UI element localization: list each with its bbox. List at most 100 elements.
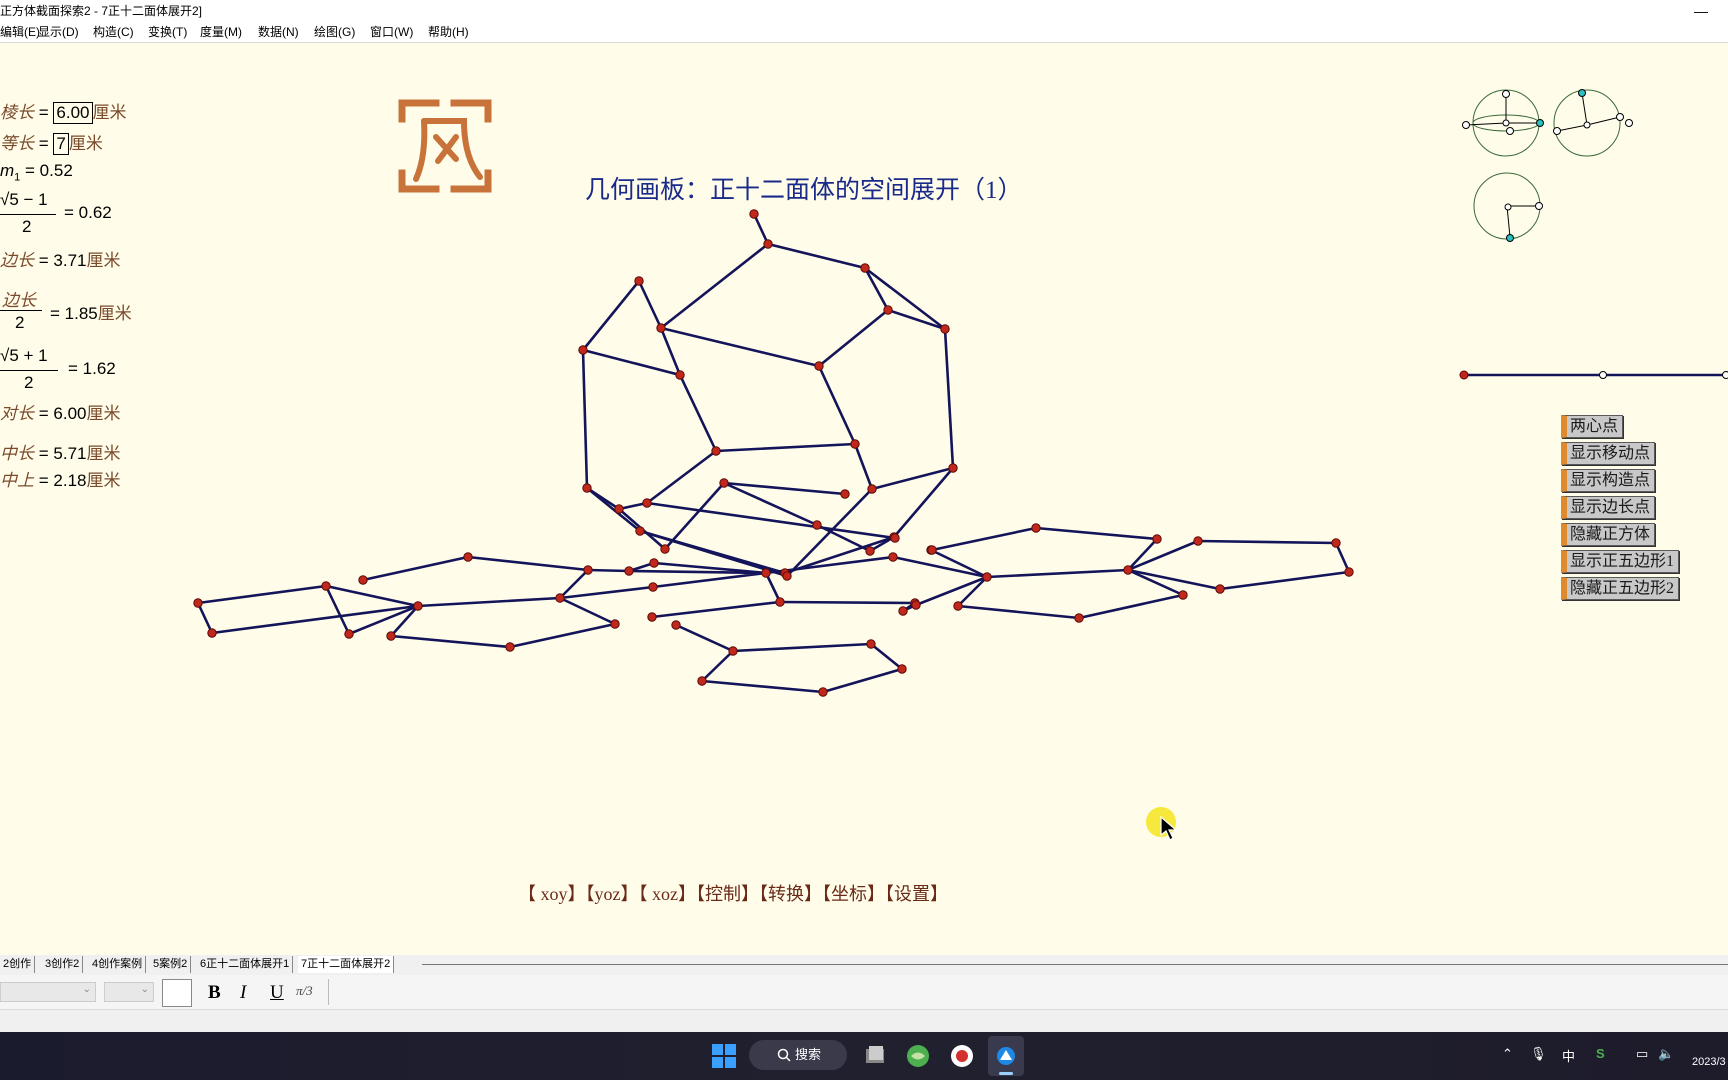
menu-help[interactable]: 帮助(H) [428, 22, 469, 42]
vertex-point[interactable] [634, 276, 644, 286]
vertex-point[interactable] [649, 558, 659, 568]
vertex-point[interactable] [818, 687, 828, 697]
vertex-point[interactable] [749, 209, 759, 219]
vertex-point[interactable] [860, 263, 870, 273]
vertex-point[interactable] [911, 600, 921, 610]
vertex-point[interactable] [344, 629, 354, 639]
vertex-point[interactable] [413, 601, 423, 611]
vertex-point[interactable] [927, 545, 937, 555]
polyhedron-edge[interactable] [637, 242, 769, 330]
vertex-point[interactable] [897, 664, 907, 674]
browser-icon[interactable] [905, 1043, 931, 1069]
polyhedron-edge[interactable] [660, 267, 890, 368]
hide-pentagon-2-button[interactable]: 隐藏正五边形2 [1561, 577, 1680, 600]
vertex-point[interactable] [697, 676, 707, 686]
underline-button[interactable]: U [270, 982, 284, 1004]
vertex-point[interactable] [642, 498, 652, 508]
vertex-point[interactable] [711, 446, 721, 456]
tab-6[interactable]: 6正十二面体展开1 [197, 956, 294, 973]
menu-window[interactable]: 窗口(W) [370, 22, 413, 42]
vertex-point[interactable] [888, 552, 898, 562]
vertex-point[interactable] [207, 628, 217, 638]
wps-tray-icon[interactable]: S [1596, 1046, 1605, 1061]
vertex-point[interactable] [583, 565, 593, 575]
screen-recorder-icon[interactable] [949, 1043, 975, 1069]
vertex-point[interactable] [1031, 523, 1041, 533]
geometer-sketchpad-taskbar[interactable] [988, 1036, 1024, 1076]
vertex-point[interactable] [850, 439, 860, 449]
view-links[interactable]: 【 xoy】【yoz】【 xoz】【控制】【转换】【坐标】【设置】 [518, 880, 948, 906]
sketch-canvas[interactable]: 棱长 = 6.00 厘米 等长 = 7 厘米 m1 = 0.52 √5 − 1 2 … [0, 43, 1728, 955]
tab-2[interactable]: 2创作 [0, 956, 36, 973]
taskbar-search[interactable]: 搜索 [749, 1040, 847, 1070]
vertex-point[interactable] [582, 483, 592, 493]
vertex-point[interactable] [614, 504, 624, 514]
tab-5[interactable]: 5案例2 [150, 956, 192, 973]
vertex-point[interactable] [635, 526, 645, 536]
vertex-point[interactable] [1074, 613, 1084, 623]
vertex-point[interactable] [953, 601, 963, 611]
tab-scroll-track[interactable] [422, 964, 1728, 965]
font-size-select[interactable]: ⌄ [104, 982, 154, 1002]
vertex-point[interactable] [898, 606, 908, 616]
vertex-point[interactable] [890, 533, 900, 543]
vertex-point[interactable] [648, 582, 658, 592]
math-format-button[interactable]: π/3 [296, 983, 313, 999]
vertex-point[interactable] [940, 324, 950, 334]
polyhedron-edge[interactable] [887, 308, 946, 331]
dodecahedron-net-figure[interactable] [0, 43, 1728, 955]
vertex-point[interactable] [647, 612, 657, 622]
minimize-button[interactable]: — [1694, 0, 1708, 22]
color-swatch[interactable] [162, 979, 192, 1007]
polyhedron-edge[interactable] [853, 443, 954, 491]
vertex-point[interactable] [1331, 538, 1341, 548]
polyhedron-edge[interactable] [1127, 539, 1351, 591]
microphone-icon[interactable]: 🎙 [1530, 1046, 1547, 1062]
vertex-point[interactable] [840, 489, 850, 499]
network-icon[interactable]: ▭ [1636, 1046, 1648, 1062]
vertex-point[interactable] [812, 520, 822, 530]
polyhedron-edge[interactable] [196, 584, 420, 635]
vertex-point[interactable] [1215, 584, 1225, 594]
menu-graph[interactable]: 绘图(G) [314, 22, 355, 42]
vertex-point[interactable] [1344, 567, 1354, 577]
vertex-point[interactable] [675, 370, 685, 380]
vertex-point[interactable] [321, 581, 331, 591]
vertex-point[interactable] [865, 546, 875, 556]
vertex-point[interactable] [883, 305, 893, 315]
menu-data[interactable]: 数据(N) [258, 22, 299, 42]
vertex-point[interactable] [610, 619, 620, 629]
menu-construct[interactable]: 构造(C) [93, 22, 134, 42]
file-explorer-icon[interactable] [862, 1043, 888, 1069]
polyhedron-edge[interactable] [675, 623, 904, 694]
hide-cube-button[interactable]: 隐藏正方体 [1561, 523, 1656, 546]
polyhedron-edge[interactable] [659, 327, 857, 453]
vertex-point[interactable] [624, 566, 634, 576]
vertex-point[interactable] [728, 646, 738, 656]
vertex-point[interactable] [1123, 565, 1133, 575]
tab-3[interactable]: 3创作2 [42, 956, 84, 973]
vertex-point[interactable] [386, 631, 396, 641]
vertex-point[interactable] [1152, 534, 1162, 544]
volume-icon[interactable]: 🔈 [1658, 1046, 1674, 1062]
menu-transform[interactable]: 变换(T) [148, 22, 187, 42]
menu-measure[interactable]: 度量(M) [200, 22, 242, 42]
vertex-point[interactable] [761, 568, 771, 578]
menu-display[interactable]: 显示(D) [38, 22, 79, 42]
polyhedron-edge[interactable] [324, 585, 419, 636]
show-construct-points-button[interactable]: 显示构造点 [1561, 469, 1656, 492]
vertex-point[interactable] [1178, 590, 1188, 600]
italic-button[interactable]: I [240, 982, 246, 1004]
vertex-point[interactable] [867, 484, 877, 494]
polyhedron-edge[interactable] [586, 449, 717, 511]
vertex-point[interactable] [193, 598, 203, 608]
vertex-point[interactable] [866, 639, 876, 649]
font-select[interactable]: ⌄ [0, 982, 96, 1002]
vertex-point[interactable] [505, 642, 515, 652]
show-edge-points-button[interactable]: 显示边长点 [1561, 496, 1656, 519]
vertex-point[interactable] [555, 593, 565, 603]
vertex-point[interactable] [578, 345, 588, 355]
vertex-point[interactable] [763, 239, 773, 249]
tab-4[interactable]: 4创作案例 [89, 956, 147, 973]
polyhedron-edge[interactable] [582, 348, 681, 377]
